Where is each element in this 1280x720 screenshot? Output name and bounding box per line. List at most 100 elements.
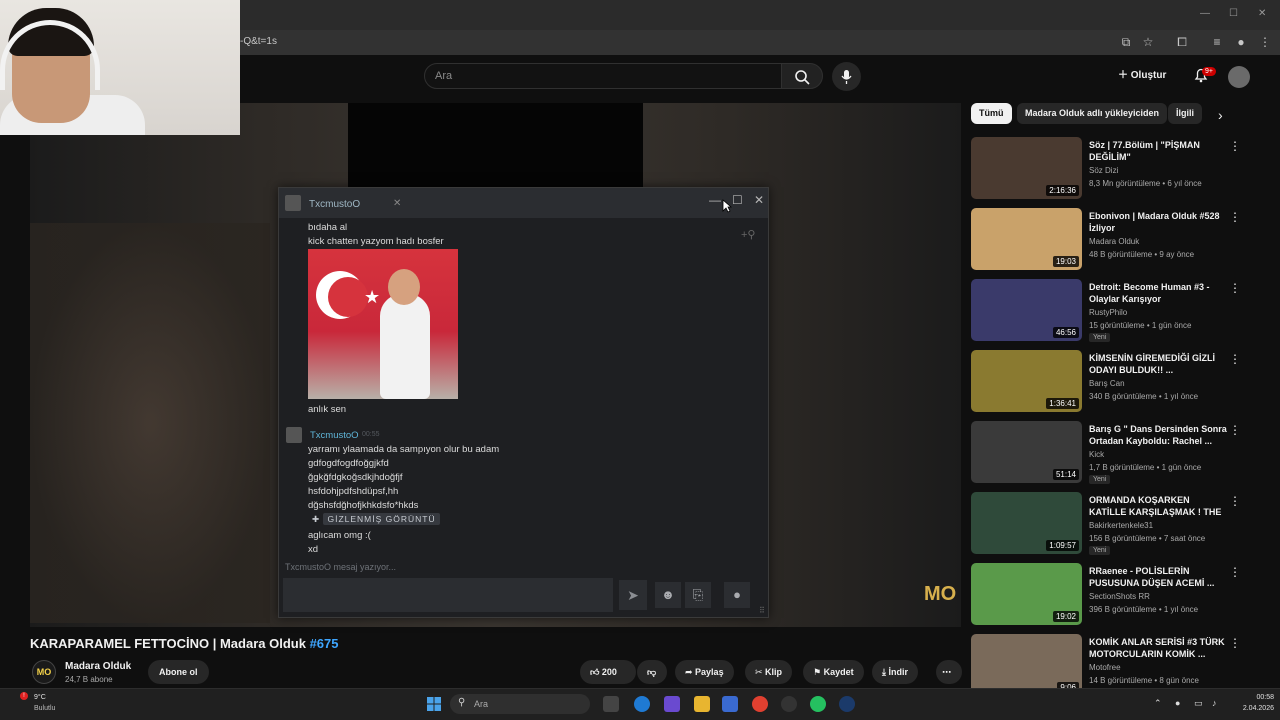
recommendation-thumbnail[interactable]: 19:02 — [971, 563, 1082, 625]
recommendation-card[interactable]: 19:03 Ebonivon | Madara Olduk #528 İzliyo… — [971, 208, 1271, 274]
message-input[interactable] — [283, 578, 613, 612]
recommendation-thumbnail[interactable]: 46:56 — [971, 279, 1082, 341]
recommendation-title[interactable]: Ebonivon | Madara Olduk #528 İzliyor — [1089, 210, 1229, 234]
windows-start-icon[interactable] — [426, 696, 442, 712]
recommendation-thumbnail[interactable]: 9:06 — [971, 634, 1082, 696]
more-actions-button[interactable]: ⋯ — [936, 660, 962, 684]
recommendation-title[interactable]: KİMSENİN GİREMEDİĞİ GİZLİ ODAYI BULDUK!!… — [1089, 352, 1229, 376]
search-input[interactable]: Ara — [424, 63, 782, 89]
channel-avatar[interactable]: MO — [32, 660, 56, 684]
recommendation-title[interactable]: Detroit: Become Human #3 - Olaylar Karış… — [1089, 281, 1229, 305]
recommendation-thumbnail[interactable]: 1:09:57 — [971, 492, 1082, 554]
recommendation-thumbnail[interactable]: 51:14 — [971, 421, 1082, 483]
recommendation-channel[interactable]: Bakirkertenkele31 — [1089, 521, 1153, 530]
recommendation-channel[interactable]: RustyPhilo — [1089, 308, 1127, 317]
clock-time[interactable]: 00:58 — [1234, 694, 1274, 701]
attachment-icon[interactable]: ⎘ — [685, 582, 711, 608]
chat-maximize-icon[interactable]: ☐ — [732, 193, 743, 207]
like-button[interactable]: 👍︎ 200 — [580, 660, 636, 684]
emoji-icon[interactable]: ☻ — [655, 582, 681, 608]
recommendation-menu-icon[interactable]: ⋮ — [1229, 210, 1241, 224]
recommendation-channel[interactable]: Motofree — [1089, 663, 1121, 672]
recommendation-channel[interactable]: SectionShots RR — [1089, 592, 1150, 601]
send-icon[interactable]: ➤ — [619, 580, 647, 610]
sender-avatar[interactable] — [286, 427, 302, 443]
recommendation-title[interactable]: RRaenee - POLİSLERİN PUSUSUNA DÜŞEN ACEM… — [1089, 565, 1229, 589]
search-button[interactable] — [781, 63, 823, 89]
microphone-tray-icon[interactable]: ● — [1175, 698, 1180, 708]
download-button[interactable]: ⤓ İndir — [872, 660, 918, 684]
share-button[interactable]: ➦ Paylaş — [675, 660, 734, 684]
dislike-button[interactable]: 👎︎ — [637, 660, 667, 684]
sender-name[interactable]: TxcmustoO — [310, 430, 359, 441]
close-window-icon[interactable]: ✕ — [1258, 8, 1266, 19]
recommendation-card[interactable]: 1:09:57 ORMANDA KOŞARKEN KATİLLE KARŞILAŞ… — [971, 492, 1271, 558]
chrome-icon[interactable] — [752, 696, 768, 712]
chip-related[interactable]: İlgili — [1168, 103, 1202, 124]
volume-icon[interactable]: ♪ — [1212, 698, 1217, 708]
task-view-icon[interactable] — [603, 696, 619, 712]
recommendation-title[interactable]: Barış G " Dans Dersinden Sonra Ortadan K… — [1089, 423, 1229, 447]
weather-temperature[interactable]: 9°C — [34, 694, 46, 701]
recommendation-menu-icon[interactable]: ⋮ — [1229, 636, 1241, 650]
clip-button[interactable]: ✂ Klip — [745, 660, 793, 684]
bookmark-star-icon[interactable]: ☆ — [1140, 34, 1156, 50]
episode-hashtag[interactable]: #675 — [310, 636, 339, 651]
clock-date[interactable]: 2.04.2026 — [1224, 705, 1274, 712]
edge-browser-icon[interactable] — [634, 696, 650, 712]
recommendation-channel[interactable]: Söz Dizi — [1089, 166, 1118, 175]
account-avatar[interactable] — [1228, 66, 1250, 88]
add-friend-icon[interactable]: +⚲ — [741, 228, 755, 241]
minimize-window-icon[interactable]: — — [1200, 8, 1210, 19]
network-icon[interactable]: ▭ — [1194, 698, 1203, 709]
recommendation-menu-icon[interactable]: ⋮ — [1229, 494, 1241, 508]
recommendation-title[interactable]: KOMİK ANLAR SERİSİ #3 TÜRK MOTORCULARIN … — [1089, 636, 1229, 660]
recommendation-menu-icon[interactable]: ⋮ — [1229, 423, 1241, 437]
recommendation-card[interactable]: 46:56 Detroit: Become Human #3 - Olaylar … — [971, 279, 1271, 345]
chat-titlebar[interactable]: TxcmustoO ✕ — ☐ ✕ — [279, 188, 768, 218]
chat-window[interactable]: TxcmustoO ✕ — ☐ ✕ +⚲ bıdaha al kick chat… — [278, 187, 769, 618]
chat-image-attachment[interactable]: ★ — [308, 249, 458, 399]
save-button[interactable]: ⚑ Kaydet — [803, 660, 864, 684]
taskbar-search[interactable]: Ara — [450, 694, 590, 714]
obs-icon[interactable] — [781, 696, 797, 712]
recommendation-menu-icon[interactable]: ⋮ — [1229, 565, 1241, 579]
channel-name[interactable]: Madara Olduk — [65, 661, 131, 672]
file-explorer-icon[interactable] — [694, 696, 710, 712]
browser-menu-icon[interactable]: ⋮ — [1257, 34, 1273, 50]
voice-message-icon[interactable]: ● — [724, 582, 750, 608]
cast-icon[interactable]: ⧉ — [1118, 34, 1134, 50]
steam-icon[interactable] — [839, 696, 855, 712]
recommendation-title[interactable]: ORMANDA KOŞARKEN KATİLLE KARŞILAŞMAK ! T… — [1089, 494, 1229, 518]
tray-overflow-icon[interactable]: ⌃ — [1154, 698, 1162, 709]
voice-search-button[interactable] — [832, 62, 861, 91]
recommendation-thumbnail[interactable]: 2:16:36 — [971, 137, 1082, 199]
chat-close-icon[interactable]: ✕ — [754, 193, 764, 207]
media-control-icon[interactable]: ≡ — [1209, 34, 1225, 50]
recommendation-thumbnail[interactable]: 1:36:41 — [971, 350, 1082, 412]
recommendation-title[interactable]: Söz | 77.Bölüm | "PİŞMAN DEĞİLİM" — [1089, 139, 1229, 163]
create-button[interactable]: ＋ Oluştur — [1118, 66, 1166, 81]
recommendation-channel[interactable]: Kick — [1089, 450, 1104, 459]
store-icon[interactable] — [664, 696, 680, 712]
url-text[interactable]: -Q&t=1s — [240, 36, 277, 47]
recommendation-menu-icon[interactable]: ⋮ — [1229, 139, 1241, 153]
recommendation-card[interactable]: 1:36:41 KİMSENİN GİREMEDİĞİ GİZLİ ODAYI B… — [971, 350, 1271, 416]
subscribe-button[interactable]: Abone ol — [148, 660, 209, 684]
resize-grip-icon[interactable]: ⠿ — [759, 606, 765, 615]
hidden-image-toggle[interactable]: ✚ GİZLENMİŞ GÖRÜNTÜ — [308, 513, 444, 528]
chat-tab-close-icon[interactable]: ✕ — [393, 198, 401, 209]
recommendation-menu-icon[interactable]: ⋮ — [1229, 281, 1241, 295]
recommendation-thumbnail[interactable]: 19:03 — [971, 208, 1082, 270]
recommendation-card[interactable]: 51:14 Barış G " Dans Dersinden Sonra Orta… — [971, 421, 1271, 487]
weather-description[interactable]: Bulutlu — [34, 705, 55, 712]
whatsapp-icon[interactable] — [810, 696, 826, 712]
extensions-icon[interactable]: ⧠ — [1174, 34, 1190, 50]
chip-all[interactable]: Tümü — [971, 103, 1012, 124]
maximize-window-icon[interactable]: ☐ — [1229, 8, 1238, 19]
chat-minimize-icon[interactable]: — — [709, 193, 721, 207]
recommendation-card[interactable]: 19:02 RRaenee - POLİSLERİN PUSUSUNA DÜŞEN… — [971, 563, 1271, 629]
profile-icon[interactable]: ● — [1233, 34, 1249, 50]
recommendation-menu-icon[interactable]: ⋮ — [1229, 352, 1241, 366]
recommendation-channel[interactable]: Madara Olduk — [1089, 237, 1139, 246]
